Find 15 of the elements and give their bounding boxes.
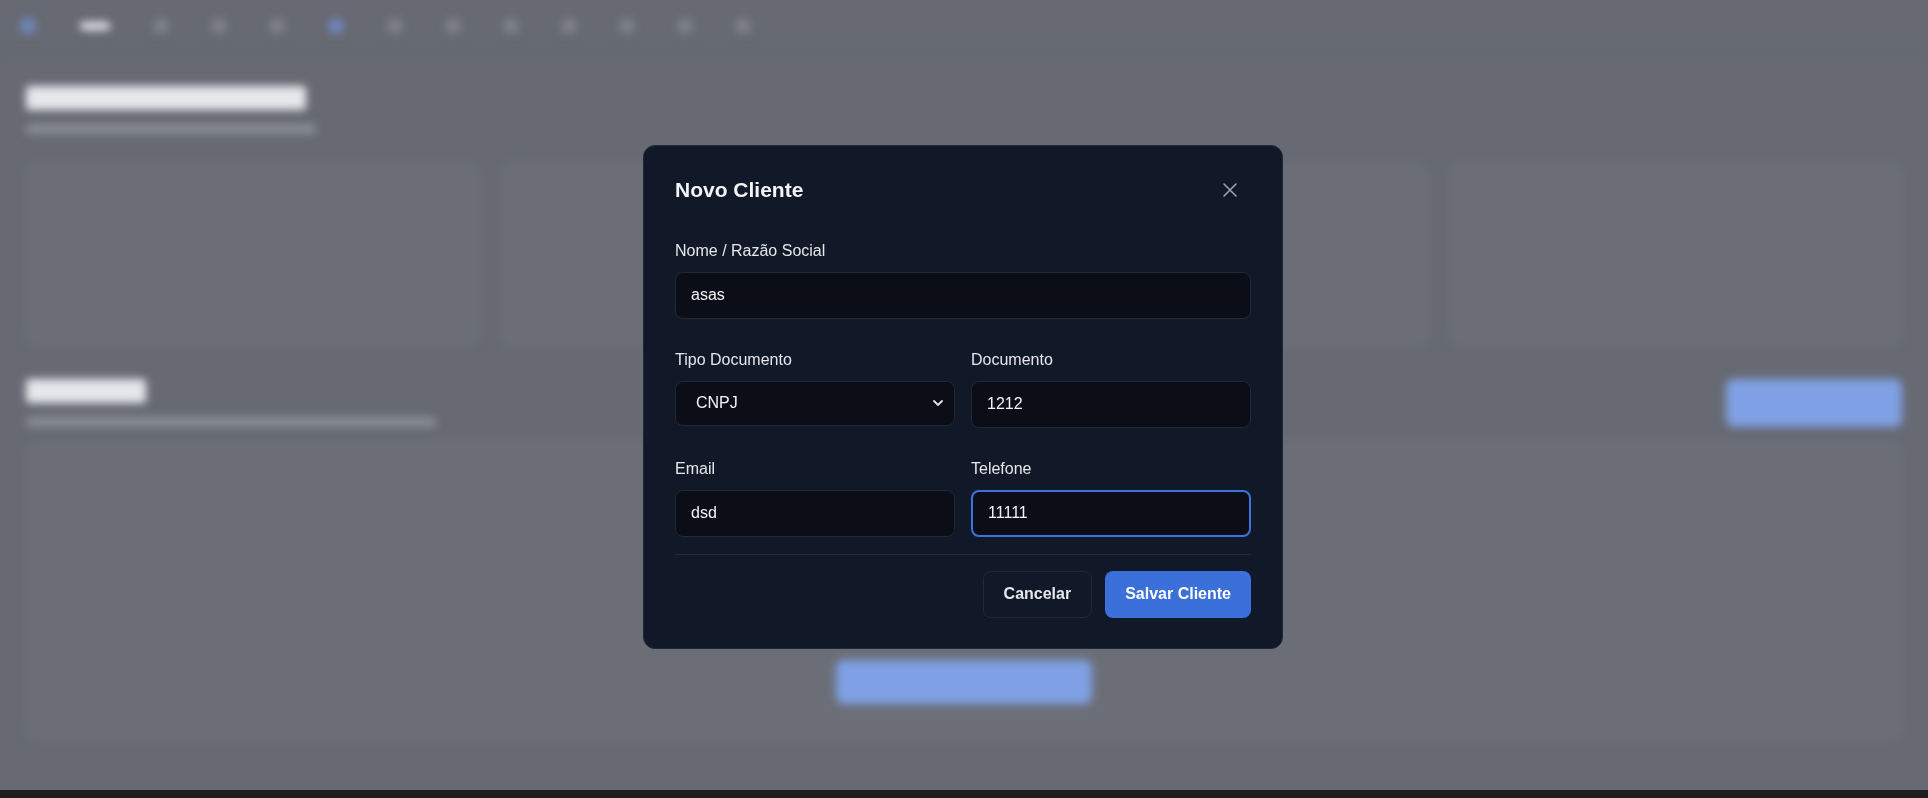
input-field[interactable]: 1212	[971, 380, 1251, 428]
close-icon[interactable]	[1221, 180, 1239, 199]
save-button[interactable]: Salvar Cliente	[1105, 570, 1251, 618]
chevron-down-icon	[932, 397, 944, 409]
field-label: Tipo Documento	[675, 350, 793, 369]
input-field[interactable]: 11111	[971, 489, 1251, 537]
field-label: Documento	[971, 350, 1054, 369]
input-field[interactable]: asas	[675, 271, 1251, 319]
cancel-button[interactable]: Cancelar	[982, 570, 1093, 618]
field-label: Telefone	[971, 459, 1033, 478]
dialog-title: Novo Cliente	[675, 177, 804, 203]
field-label: Nome / Razão Social	[675, 241, 827, 260]
field-label: Email	[675, 459, 716, 478]
input-field[interactable]: dsd	[675, 489, 955, 537]
document-type-select[interactable]: CNPJ	[675, 380, 955, 426]
